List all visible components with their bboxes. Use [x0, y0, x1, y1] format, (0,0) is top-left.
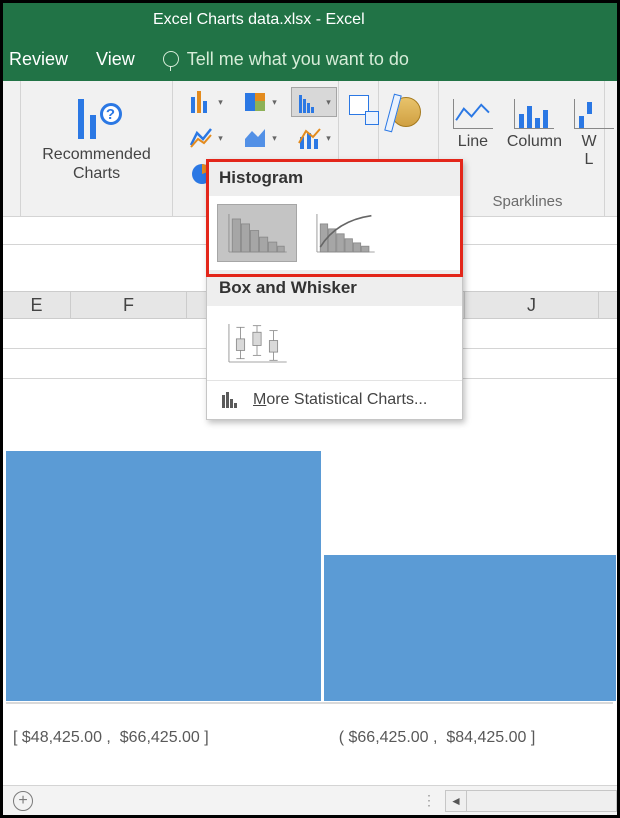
hscroll-left-button[interactable]: ◄	[445, 790, 467, 812]
chart-x-axis-labels: [ $48,425.00 , $66,425.00 ] ( $66,425.00…	[3, 729, 617, 747]
insert-line-chart-button[interactable]: ▾	[183, 123, 229, 153]
lightbulb-icon	[163, 51, 179, 67]
histogram-option[interactable]	[217, 204, 297, 262]
axis-bin-1: [ $48,425.00 , $66,425.00 ]	[3, 729, 209, 747]
insert-bar-chart-button[interactable]: ▾	[183, 87, 229, 117]
histogram-chart-icon	[224, 209, 290, 257]
box-whisker-chart-icon	[224, 319, 290, 367]
recommended-charts-icon: ?	[76, 97, 118, 139]
ribbon-group-partial-left	[3, 81, 21, 216]
sparkline-column-button[interactable]: Column	[507, 99, 562, 169]
line-chart-icon	[189, 125, 215, 151]
more-statistical-charts-label: More Statistical Charts...	[253, 391, 427, 409]
insert-statistic-chart-button[interactable]: ▾	[291, 87, 337, 117]
ribbon-group-spacer	[21, 206, 172, 216]
axis-bin-2: ( $66,425.00 , $84,425.00 ]	[209, 729, 536, 747]
recommended-charts-button[interactable]: ? Recommended Charts	[21, 81, 173, 216]
combo-chart-icon	[297, 125, 323, 151]
box-whisker-section-header: Box and Whisker	[207, 270, 462, 306]
pareto-option[interactable]	[305, 204, 385, 262]
statistic-chart-icon	[297, 89, 323, 115]
column-header-F[interactable]: F	[71, 292, 187, 318]
new-sheet-button[interactable]: +	[3, 786, 43, 815]
sparkline-winloss-button[interactable]: WL	[574, 99, 604, 169]
sparkline-line-label: Line	[451, 133, 495, 151]
tab-review[interactable]: Review	[9, 49, 68, 70]
statistic-chart-dropdown: Histogram	[206, 159, 463, 420]
sparkline-winloss-icon	[574, 99, 614, 129]
sparkline-column-icon	[514, 99, 554, 129]
window-title: Excel Charts data.xlsx - Excel	[153, 11, 365, 29]
histogram-section-header: Histogram	[207, 160, 462, 196]
histogram-mini-icon	[221, 391, 241, 409]
tab-view[interactable]: View	[96, 49, 135, 70]
pivot-chart-icon[interactable]	[349, 95, 377, 123]
insert-area-chart-button[interactable]: ▾	[237, 123, 283, 153]
title-bar: Excel Charts data.xlsx - Excel	[3, 3, 617, 37]
hierarchy-chart-icon	[243, 89, 269, 115]
pareto-chart-icon	[312, 209, 378, 257]
histogram-bar-1[interactable]	[6, 451, 321, 701]
recommended-charts-label-top: Recommended	[42, 146, 151, 163]
insert-hierarchy-chart-button[interactable]: ▾	[237, 87, 283, 117]
column-header-J[interactable]: J	[465, 292, 599, 318]
tell-me-placeholder: Tell me what you want to do	[187, 49, 409, 70]
area-chart-icon	[243, 125, 269, 151]
sparkline-column-label: Column	[507, 133, 562, 151]
tell-me-search[interactable]: Tell me what you want to do	[163, 49, 409, 70]
sparkline-line-icon	[453, 99, 493, 129]
recommended-charts-label-bot: Charts	[73, 165, 120, 182]
globe-icon[interactable]	[391, 97, 421, 127]
bar-chart-icon	[189, 89, 215, 115]
status-bar: + ⋮ ◄	[3, 785, 617, 815]
box-whisker-option[interactable]	[217, 314, 297, 372]
column-header-E[interactable]: E	[3, 292, 71, 318]
more-statistical-charts-button[interactable]: More Statistical Charts...	[207, 381, 462, 419]
hscroll-track[interactable]	[467, 790, 617, 812]
chart-axis-line	[6, 702, 613, 704]
sparklines-group-label: Sparklines	[451, 189, 604, 216]
sheet-tab-separator: ⋮	[422, 792, 437, 809]
ribbon-tabs: Review View Tell me what you want to do	[3, 37, 617, 81]
plus-circle-icon: +	[13, 791, 33, 811]
histogram-bar-2[interactable]	[324, 555, 616, 701]
insert-combo-chart-button[interactable]: ▾	[291, 123, 337, 153]
sparklines-group: Line Column WL Sparklines	[439, 81, 605, 216]
